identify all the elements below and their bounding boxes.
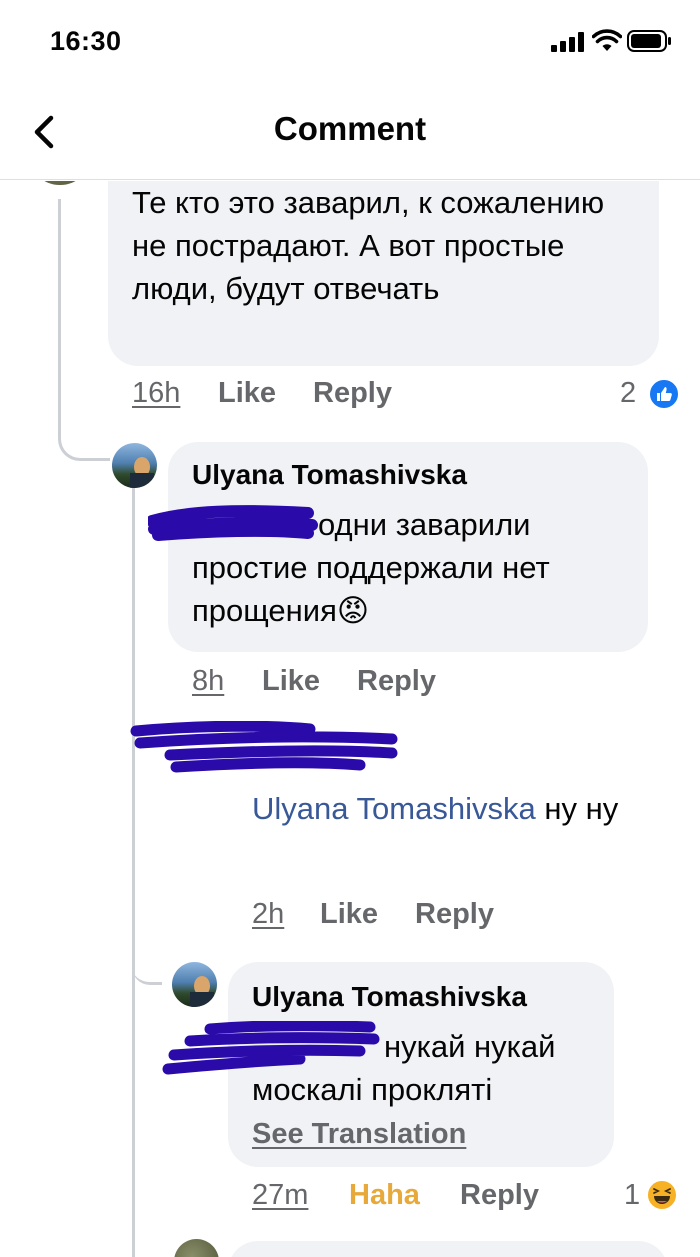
avatar[interactable] bbox=[172, 962, 217, 1007]
page-title: Comment bbox=[273, 110, 427, 147]
see-translation-link[interactable]: See Translation bbox=[252, 1118, 466, 1151]
mention-link[interactable]: Ulyana Tomashivska bbox=[252, 791, 536, 826]
comment-text: Ulyana Tomashivska ну ну bbox=[252, 787, 647, 830]
thread-line bbox=[132, 941, 162, 985]
comment-timestamp[interactable]: 16h bbox=[132, 377, 180, 410]
comment-timestamp[interactable]: 2h bbox=[252, 898, 284, 931]
avatar[interactable] bbox=[112, 443, 157, 488]
cellular-signal-icon bbox=[551, 32, 584, 52]
reply-button[interactable]: Reply bbox=[357, 665, 436, 698]
status-bar: 16:30 bbox=[0, 0, 700, 84]
status-time: 16:30 bbox=[50, 26, 122, 56]
haha-reaction-button[interactable]: Haha bbox=[349, 1179, 420, 1212]
reaction-count[interactable]: 1 bbox=[624, 1179, 640, 1212]
comment-actions: 8h Like Reply bbox=[192, 665, 592, 705]
avatar[interactable] bbox=[174, 1239, 219, 1257]
comment-author[interactable]: Ulyana Tomashivska bbox=[252, 981, 527, 1013]
comment-text-content: ну ну bbox=[535, 791, 619, 826]
reply-button[interactable]: Reply bbox=[313, 377, 392, 410]
comment-actions: 16h Like Reply bbox=[132, 377, 692, 417]
reply-button[interactable]: Reply bbox=[415, 898, 494, 931]
thread-line bbox=[132, 481, 135, 1257]
thread-line bbox=[58, 199, 110, 461]
comment-text: Те кто это заварил, к сожалению не постр… bbox=[132, 185, 605, 306]
comment-text: одни заварили простие поддержали нет про… bbox=[192, 503, 632, 632]
like-button[interactable]: Like bbox=[218, 377, 276, 410]
comment-timestamp[interactable]: 27m bbox=[252, 1179, 308, 1212]
comment-text-content: одни заварили простие поддержали нет про… bbox=[192, 507, 550, 628]
comment-bubble[interactable] bbox=[228, 1241, 668, 1257]
navigation-header: Comment bbox=[0, 84, 700, 180]
comment-text-content: нукай нукай москалі прокляті bbox=[252, 1029, 556, 1107]
wifi-icon bbox=[592, 29, 622, 51]
haha-reaction-icon[interactable] bbox=[646, 1179, 678, 1211]
comment-actions: 2h Like Reply bbox=[252, 898, 652, 938]
avatar[interactable] bbox=[28, 181, 92, 185]
reaction-count[interactable]: 2 bbox=[620, 377, 636, 410]
like-reaction-icon[interactable] bbox=[648, 378, 680, 410]
comment-text: нукай нукай москалі прокляті bbox=[252, 1025, 602, 1111]
like-button[interactable]: Like bbox=[320, 898, 378, 931]
like-button[interactable]: Like bbox=[262, 665, 320, 698]
comment-author[interactable]: Ulyana Tomashivska bbox=[192, 459, 467, 491]
comment-actions: 27m Haha Reply bbox=[252, 1179, 632, 1219]
redaction-scribble bbox=[130, 721, 398, 773]
thread-line bbox=[132, 1236, 172, 1257]
reply-button[interactable]: Reply bbox=[460, 1179, 539, 1212]
comment-timestamp[interactable]: 8h bbox=[192, 665, 224, 698]
comment-thread[interactable]: Те кто это заварил, к сожалению не постр… bbox=[0, 181, 700, 1257]
battery-icon bbox=[627, 30, 671, 52]
